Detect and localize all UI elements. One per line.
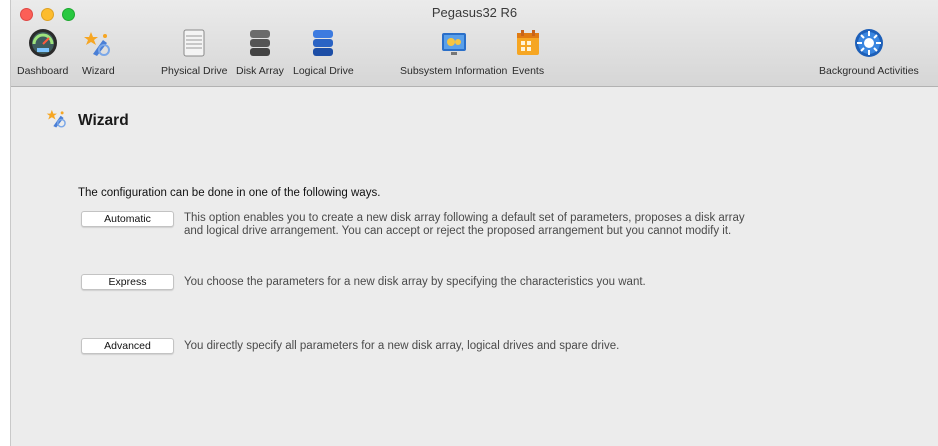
advanced-description: You directly specify all parameters for …: [184, 340, 620, 352]
toolbar-logical-drive-button[interactable]: Logical Drive: [293, 27, 354, 77]
page-heading: Wizard: [46, 107, 129, 134]
toolbar-subsystem-information-button[interactable]: Subsystem Information: [400, 27, 507, 77]
physical-drive-icon: [179, 27, 209, 59]
express-button[interactable]: Express: [81, 274, 174, 290]
main-content: Wizard The configuration can be done in …: [11, 87, 938, 446]
titlebar: Pegasus32 R6 Dashboard Wizard Physical D…: [11, 0, 938, 87]
background-activities-icon: [854, 27, 884, 59]
toolbar-background-activities-button[interactable]: Background Activities: [819, 27, 919, 77]
wizard-icon: [83, 27, 113, 59]
window-title: Pegasus32 R6: [431, 5, 518, 20]
toolbar-disk-array-button[interactable]: Disk Array: [236, 27, 284, 77]
advanced-button[interactable]: Advanced: [81, 338, 174, 354]
automatic-button[interactable]: Automatic: [81, 211, 174, 227]
app-window: Pegasus32 R6 Dashboard Wizard Physical D…: [10, 0, 938, 446]
express-description: You choose the parameters for a new disk…: [184, 276, 646, 288]
automatic-description: This option enables you to create a new …: [184, 212, 745, 237]
events-calendar-icon: [513, 27, 543, 59]
toolbar-dashboard-button[interactable]: Dashboard: [17, 27, 68, 77]
toolbar-events-button[interactable]: Events: [512, 27, 544, 77]
toolbar-wizard-button[interactable]: Wizard: [82, 27, 115, 77]
disk-array-icon: [245, 27, 275, 59]
page-title: Wizard: [78, 111, 129, 129]
logical-drive-icon: [308, 27, 338, 59]
toolbar-physical-drive-button[interactable]: Physical Drive: [161, 27, 228, 77]
subsystem-information-icon: [439, 27, 469, 59]
wizard-icon: [46, 107, 68, 134]
intro-text: The configuration can be done in one of …: [78, 187, 381, 199]
dashboard-gauge-icon: [28, 27, 58, 59]
